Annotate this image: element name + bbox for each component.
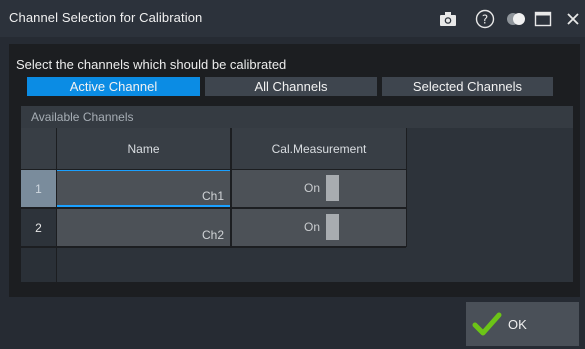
row-header-empty [21, 248, 56, 282]
checkmark-icon [472, 312, 502, 336]
table-row-2-name-cell[interactable]: Ch2 [57, 209, 230, 246]
window-title: Channel Selection for Calibration [9, 10, 203, 25]
maximize-icon[interactable] [532, 8, 554, 30]
grid-line [21, 169, 406, 170]
grid-line [56, 128, 57, 282]
svg-text:?: ? [482, 13, 488, 27]
grid-line [230, 128, 232, 247]
table-row-2-cal-cell[interactable]: On [232, 209, 406, 246]
row-header-1[interactable]: 1 [21, 170, 56, 207]
active-channel-button[interactable]: Active Channel [27, 77, 200, 96]
available-channels-title: Available Channels [31, 110, 134, 124]
instruction-text: Select the channels which should be cali… [16, 57, 287, 72]
table-row-1-cal-cell[interactable]: On [232, 170, 406, 207]
selected-channels-button[interactable]: Selected Channels [382, 77, 553, 96]
focus-top-line [57, 170, 230, 171]
camera-icon[interactable] [437, 8, 459, 30]
all-channels-button[interactable]: All Channels [205, 77, 377, 96]
cal-measurement-value: On [304, 220, 321, 234]
table-corner-header [21, 128, 56, 169]
grid-line [21, 246, 406, 248]
ok-label: OK [508, 316, 527, 332]
ok-button[interactable]: OK [466, 302, 579, 346]
help-icon[interactable]: ? [474, 8, 496, 30]
grid-line [406, 128, 407, 247]
column-header-cal-measurement[interactable]: Cal.Measurement [232, 128, 406, 169]
grid-line [21, 207, 406, 209]
row-header-2[interactable]: 2 [21, 209, 56, 246]
cal-toggle[interactable] [326, 175, 339, 201]
close-icon[interactable] [562, 8, 584, 30]
title-bar: Channel Selection for Calibration ? [0, 0, 585, 37]
toggle-transparency-icon[interactable] [505, 8, 527, 30]
cal-toggle[interactable] [326, 214, 339, 240]
cal-measurement-value: On [304, 181, 321, 195]
table-row-1-name-cell[interactable]: Ch1 [57, 170, 230, 207]
channel-name: Ch2 [201, 228, 224, 242]
column-header-name[interactable]: Name [57, 128, 230, 169]
channel-name: Ch1 [201, 189, 224, 203]
